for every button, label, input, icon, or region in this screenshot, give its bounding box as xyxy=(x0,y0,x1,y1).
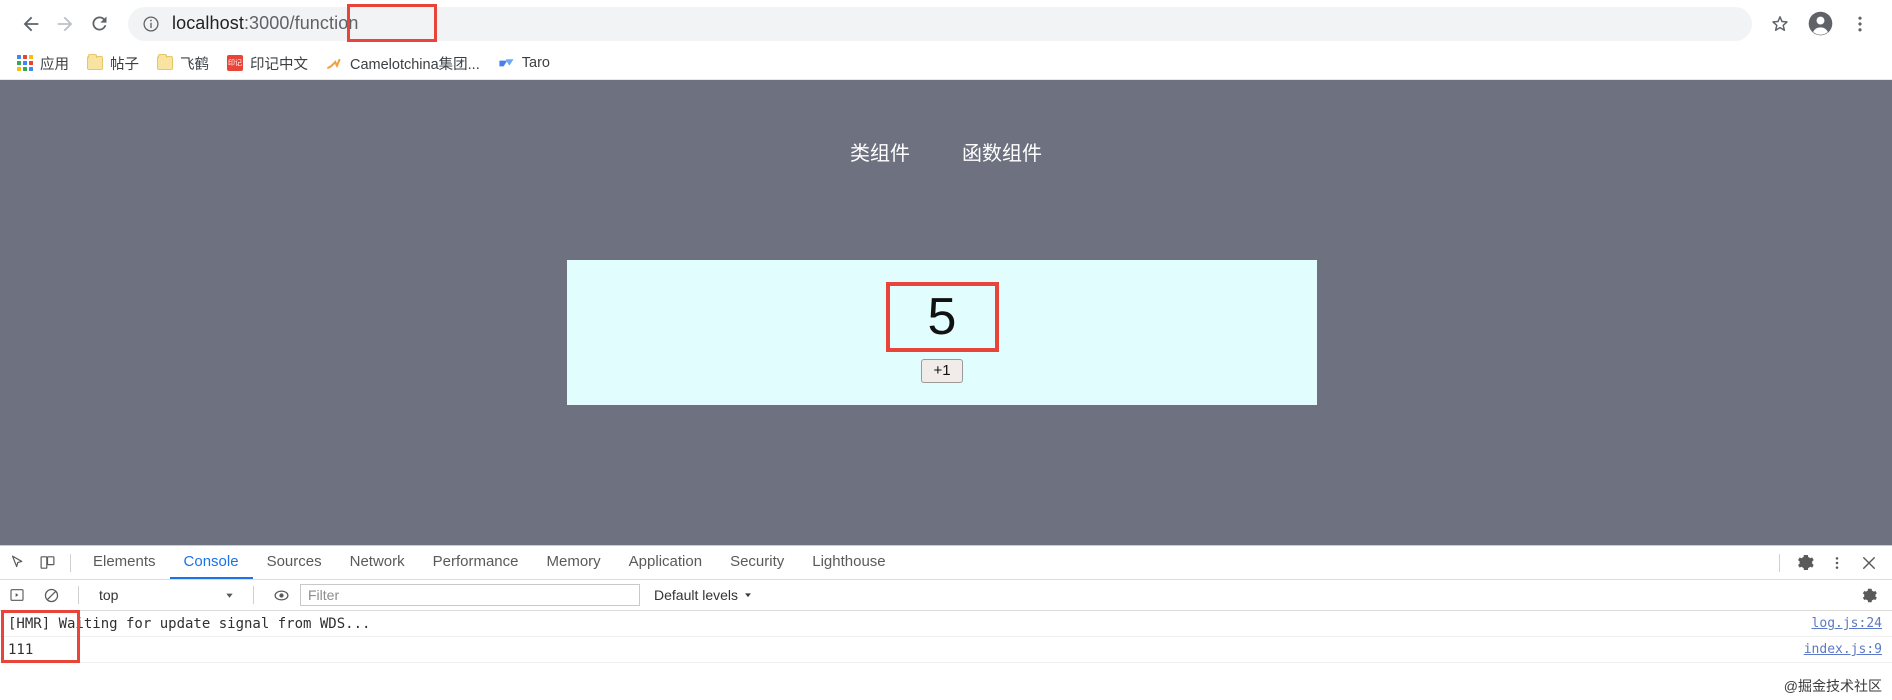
console-message-source-link[interactable]: index.js:9 xyxy=(1804,642,1892,657)
reload-icon xyxy=(91,16,106,31)
counter-annotation-box: 5 xyxy=(885,281,999,352)
clear-console-icon xyxy=(44,588,58,602)
console-sidebar-icon xyxy=(10,589,24,601)
console-message-text: [HMR] Waiting for update signal from WDS… xyxy=(8,615,371,632)
console-log-levels-label: Default levels xyxy=(654,587,739,603)
gear-icon xyxy=(1862,588,1877,602)
bookmark-label: 印记中文 xyxy=(250,56,308,73)
divider xyxy=(1779,553,1780,572)
url-host: localhost xyxy=(172,13,244,33)
console-message-row[interactable]: [HMR] Waiting for update signal from WDS… xyxy=(0,611,1892,637)
devtools-tabbar-right xyxy=(1771,548,1892,578)
nav-link-class-component[interactable]: 类组件 xyxy=(850,137,910,166)
page-viewport: 类组件 函数组件 5 +1 xyxy=(0,80,1892,545)
console-message-source-link[interactable]: log.js:24 xyxy=(1812,616,1892,631)
red-square-icon: 印记 xyxy=(227,55,243,71)
bookmark-yinji-chinese[interactable]: 印记 印记中文 xyxy=(218,50,317,76)
profile-button[interactable] xyxy=(1802,6,1838,42)
forward-button[interactable] xyxy=(48,7,82,41)
url-annotation-box xyxy=(347,3,437,42)
live-expression-button[interactable] xyxy=(266,580,296,610)
devtools-close-button[interactable] xyxy=(1854,548,1884,578)
bookmark-label: 帖子 xyxy=(110,56,139,73)
console-context-value: top xyxy=(99,587,119,603)
chevron-down-icon xyxy=(226,593,233,598)
bookmark-camelotchina[interactable]: Camelotchina集团... xyxy=(317,50,489,76)
bookmark-label: Camelotchina集团... xyxy=(350,56,480,73)
device-toolbar-icon xyxy=(40,556,54,569)
close-icon xyxy=(1863,556,1875,569)
console-toolbar-right xyxy=(1854,580,1892,610)
arrow-left-icon xyxy=(23,16,39,31)
tab-console[interactable]: Console xyxy=(169,546,253,579)
info-circle-icon[interactable] xyxy=(142,15,160,33)
page-nav: 类组件 函数组件 xyxy=(0,137,1892,166)
tab-security[interactable]: Security xyxy=(716,546,798,579)
inspect-cursor-icon xyxy=(11,555,22,568)
reload-button[interactable] xyxy=(82,7,116,41)
devtools-settings-button[interactable] xyxy=(1790,548,1820,578)
bookmark-star-button[interactable] xyxy=(1762,6,1798,42)
gear-icon xyxy=(1797,554,1814,571)
folder-icon xyxy=(87,54,103,70)
address-bar[interactable]: localhost:3000/function xyxy=(128,3,1752,42)
taro-blue-icon xyxy=(499,58,514,66)
tab-lighthouse[interactable]: Lighthouse xyxy=(798,546,899,579)
devtools-more-button[interactable] xyxy=(1822,548,1852,578)
bookmark-feihe[interactable]: 飞鹤 xyxy=(148,50,218,76)
three-dot-menu-icon xyxy=(1858,16,1862,31)
browser-toolbar-right xyxy=(1762,6,1878,42)
bookmark-posts[interactable]: 帖子 xyxy=(78,50,148,76)
url-text: localhost:3000/function xyxy=(172,13,358,34)
clear-console-button[interactable] xyxy=(36,580,66,610)
devtools-tabbar: Elements Console Sources Network Perform… xyxy=(0,546,1892,580)
arrow-right-icon xyxy=(57,16,73,31)
star-icon xyxy=(1772,15,1788,31)
bookmark-label: Taro xyxy=(521,55,550,71)
console-sidebar-toggle[interactable] xyxy=(2,580,32,610)
toggle-device-toolbar-button[interactable] xyxy=(32,548,62,578)
back-button[interactable] xyxy=(14,7,48,41)
bookmark-apps[interactable]: 应用 xyxy=(8,50,78,76)
console-context-selector[interactable]: top xyxy=(91,584,241,606)
tab-application[interactable]: Application xyxy=(615,546,716,579)
profile-avatar-icon xyxy=(1808,11,1832,36)
bookmarks-bar: 应用 帖子 飞鹤 印记 印记中文 Camelotchina集团... Taro xyxy=(0,47,1892,80)
tab-elements[interactable]: Elements xyxy=(79,546,170,579)
console-settings-button[interactable] xyxy=(1854,580,1884,610)
tab-network[interactable]: Network xyxy=(336,546,419,579)
live-expression-eye-icon xyxy=(273,589,289,601)
bookmark-label: 飞鹤 xyxy=(180,56,209,73)
counter-value: 5 xyxy=(927,287,957,346)
nav-link-function-component[interactable]: 函数组件 xyxy=(962,137,1042,166)
bookmark-label: 应用 xyxy=(40,56,69,73)
apps-grid-icon xyxy=(17,54,33,72)
three-dot-menu-icon xyxy=(1835,556,1839,569)
divider xyxy=(253,586,254,604)
console-message-text: 111 xyxy=(8,641,34,658)
tab-sources[interactable]: Sources xyxy=(253,546,336,579)
divider xyxy=(78,586,79,604)
devtools-panel: Elements Console Sources Network Perform… xyxy=(0,545,1892,700)
chevron-down-icon xyxy=(745,593,751,598)
folder-icon xyxy=(157,54,173,70)
divider xyxy=(70,553,71,572)
orange-swoosh-icon xyxy=(327,58,341,69)
console-message-row[interactable]: 111 index.js:9 xyxy=(0,637,1892,663)
inspect-element-button[interactable] xyxy=(2,548,32,578)
console-message-list: [HMR] Waiting for update signal from WDS… xyxy=(0,610,1892,700)
console-toolbar: top Default levels xyxy=(0,580,1892,611)
url-path: :3000/function xyxy=(243,13,359,33)
chrome-menu-button[interactable] xyxy=(1842,6,1878,42)
console-log-levels-selector[interactable]: Default levels xyxy=(654,587,753,603)
counter-card: 5 +1 xyxy=(567,260,1317,405)
increment-button[interactable]: +1 xyxy=(921,358,963,384)
console-filter-input[interactable] xyxy=(300,584,640,606)
bookmark-taro[interactable]: Taro xyxy=(489,50,559,76)
browser-toolbar: localhost:3000/function xyxy=(0,0,1892,47)
tab-performance[interactable]: Performance xyxy=(419,546,533,579)
tab-memory[interactable]: Memory xyxy=(533,546,615,579)
watermark: @掘金技术社区 xyxy=(1783,678,1882,694)
